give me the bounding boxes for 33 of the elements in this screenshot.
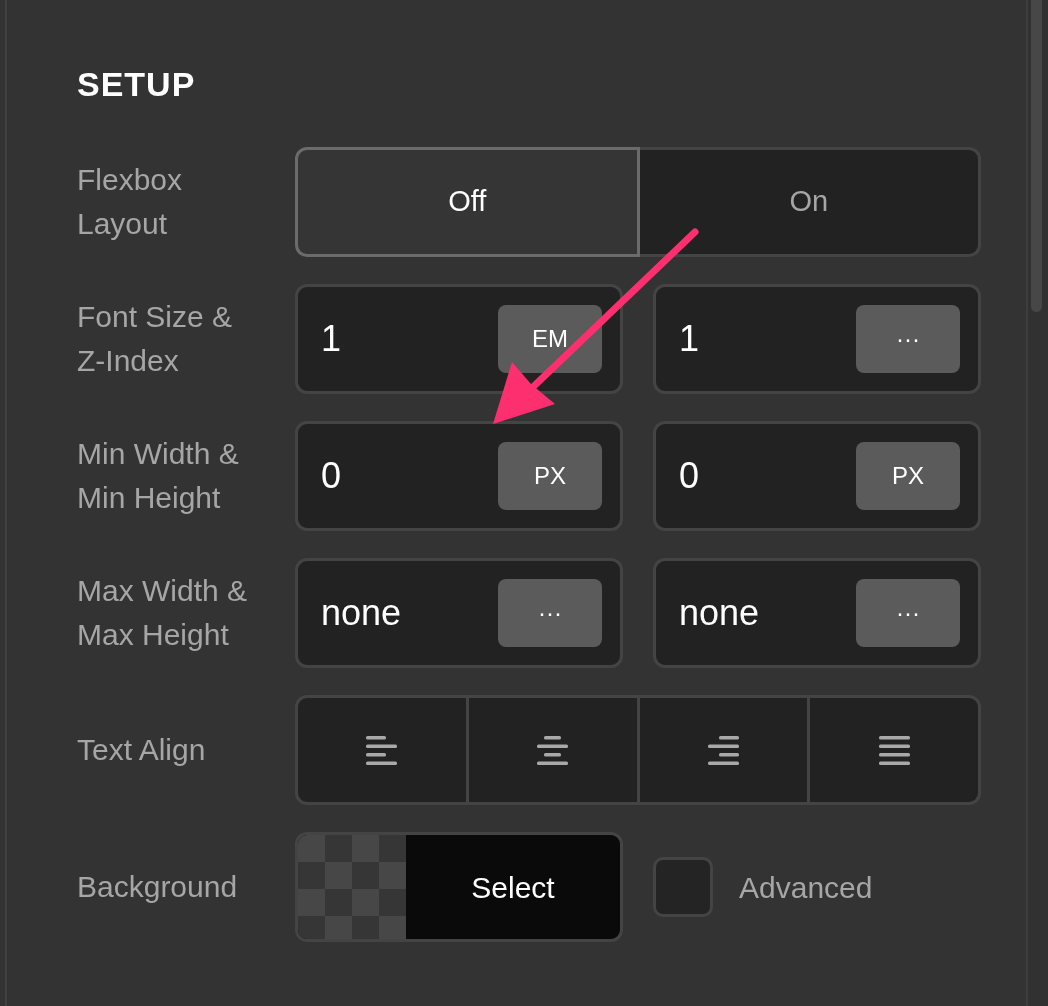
background-select-button[interactable]: Select [295,832,623,942]
checkerboard-swatch-icon [298,835,406,939]
align-button[interactable] [810,695,981,805]
row-label: Max Width & Max Height [77,573,249,653]
checkbox-label: Advanced [739,869,873,906]
align-right-icon [707,735,739,765]
align-button[interactable] [468,695,640,805]
unit-button[interactable]: EM [498,305,602,373]
input-field[interactable]: 1 EM [295,284,623,394]
input-field[interactable]: none ··· [653,558,981,668]
align-button[interactable] [639,695,811,805]
row-label: Font Size & Z-Index [77,299,234,379]
segment-button[interactable]: On [639,147,981,257]
segment-button[interactable]: Off [295,147,640,257]
row-label: Background [77,869,239,905]
input-field[interactable]: none ··· [295,558,623,668]
section-title: SETUP [77,64,196,104]
row-label: Text Align [77,732,207,768]
input-field[interactable]: 0 PX [653,421,981,531]
row-label: Min Width & Min Height [77,436,240,516]
unit-button[interactable]: ··· [856,579,960,647]
advanced-checkbox[interactable] [653,857,713,917]
align-left-icon [366,735,398,765]
align-center-icon [537,735,569,765]
unit-button[interactable]: PX [856,442,960,510]
align-button[interactable] [295,695,469,805]
row-label: Flexbox Layout [77,162,184,242]
unit-button[interactable]: PX [498,442,602,510]
input-field[interactable]: 0 PX [295,421,623,531]
align-justify-icon [878,735,910,765]
unit-button[interactable]: ··· [498,579,602,647]
input-field[interactable]: 1 ··· [653,284,981,394]
unit-button[interactable]: ··· [856,305,960,373]
